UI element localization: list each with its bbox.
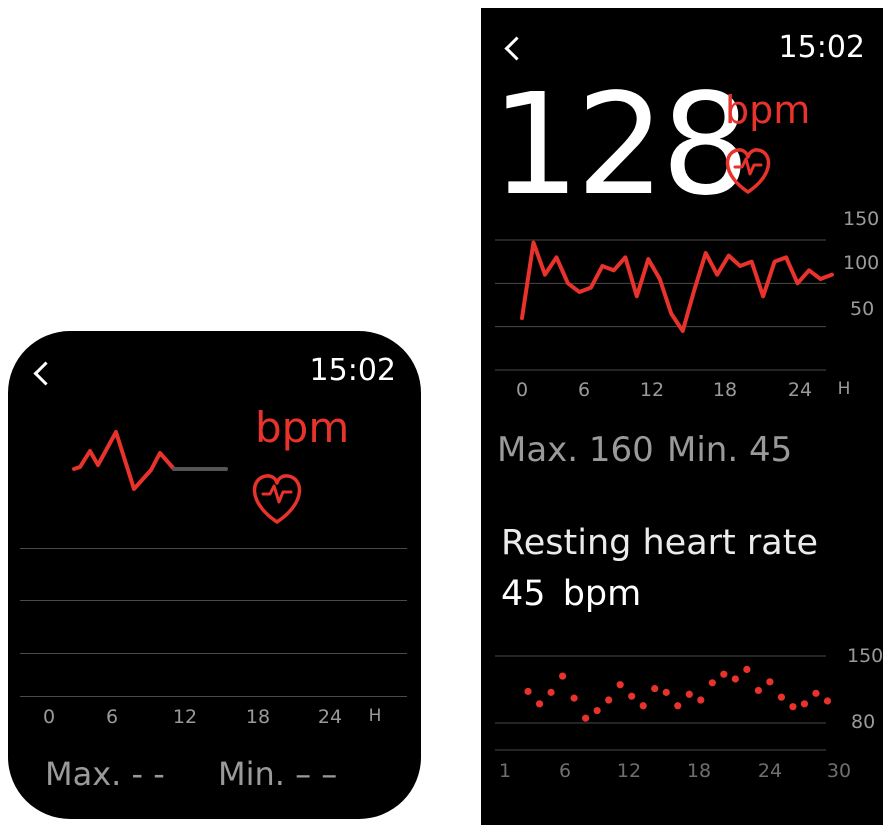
x-tick-label: 6 [577,379,591,401]
min-value: 45 [748,430,793,470]
heart-rate-series-line [520,240,834,333]
x-tick-label: 24 [757,760,783,782]
resting-rate-point [720,670,728,678]
min-label: Min. [218,755,285,793]
x-tick-label: 0 [42,706,56,728]
resting-rate-point [558,672,567,680]
x-tick-label: 24 [787,379,813,401]
min-stat: Min. 45 [667,430,792,470]
x-tick-label: 1 [498,760,512,782]
grid-line [20,548,407,549]
resting-rate-point [639,702,647,710]
watch-screen-right: 15:02 128 bpm 150 100 50 0 6 12 18 24 H … [481,8,883,825]
left-graphics [16,430,302,524]
resting-rate-point [628,692,636,700]
x-tick-label: 12 [616,760,642,782]
resting-rate-point [685,690,693,698]
min-value: – – [295,755,338,793]
resting-rate-point [731,675,739,683]
resting-rate-point [754,686,762,695]
watch-screen-left: 15:02 bpm 0 6 12 18 24 H Max. - - Min. –… [8,331,421,819]
y-tick-label: 50 [850,298,875,320]
resting-rate-point [524,687,532,696]
x-tick-label: 6 [105,706,119,728]
x-tick-label: 18 [245,706,271,728]
resting-rate-point [535,700,544,708]
resting-rate-point [582,714,590,722]
resting-rate-point [662,688,670,696]
resting-heart-rate-title: Resting heart rate [501,523,818,563]
x-tick-label: 18 [686,760,712,782]
resting-heart-rate-stat: 45 bpm [501,574,641,614]
resting-unit: bpm [562,574,642,614]
resting-rate-point [743,665,751,674]
x-tick-label: 30 [826,760,852,782]
y-tick-label: 80 [851,711,876,733]
x-tick-label: 18 [712,379,738,401]
max-label: Max. [45,755,122,793]
resting-rate-point [777,693,786,701]
y-tick-label: 150 [847,645,883,667]
x-tick-label: 24 [317,706,343,728]
grid-line [20,696,407,697]
max-value: - - [131,755,165,793]
min-stat: Min. – – [218,755,337,793]
heart-icon [252,474,302,524]
grid-line [20,653,407,654]
heart-icon [725,148,771,194]
y-tick-label: 150 [843,208,880,230]
x-tick-label: 12 [172,706,198,728]
resting-rate-point [789,703,797,711]
resting-rate-point [570,694,578,702]
min-label: Min. [667,430,739,470]
resting-rate-point [766,678,774,686]
resting-rate-point [800,700,809,708]
resting-rate-point [823,697,832,705]
resting-rate-point [593,706,601,715]
x-tick-label: 6 [558,760,572,782]
x-tick-label: 12 [639,379,665,401]
resting-rate-point [708,679,716,687]
x-tick-unit: H [368,706,382,726]
x-tick-label: 0 [515,379,529,401]
max-value: 160 [588,430,654,470]
x-tick-unit: H [837,379,851,399]
pulse-waveform [72,430,176,491]
max-stat: Max. 160 [497,430,654,470]
max-stat: Max. - - [45,755,165,793]
resting-rate-point [812,689,820,697]
resting-heart-rate-chart [495,655,832,751]
resting-rate-point [605,696,613,704]
resting-rate-point [616,681,624,689]
resting-rate-point [547,688,555,696]
resting-rate-point [651,684,659,693]
right-graphics [495,148,834,751]
hourly-heart-rate-chart [495,239,834,371]
resting-value: 45 [501,574,546,614]
resting-rate-point [674,702,682,710]
resting-rate-point [697,696,705,704]
y-tick-label: 100 [843,252,880,274]
max-label: Max. [497,430,579,470]
grid-line [20,600,407,601]
